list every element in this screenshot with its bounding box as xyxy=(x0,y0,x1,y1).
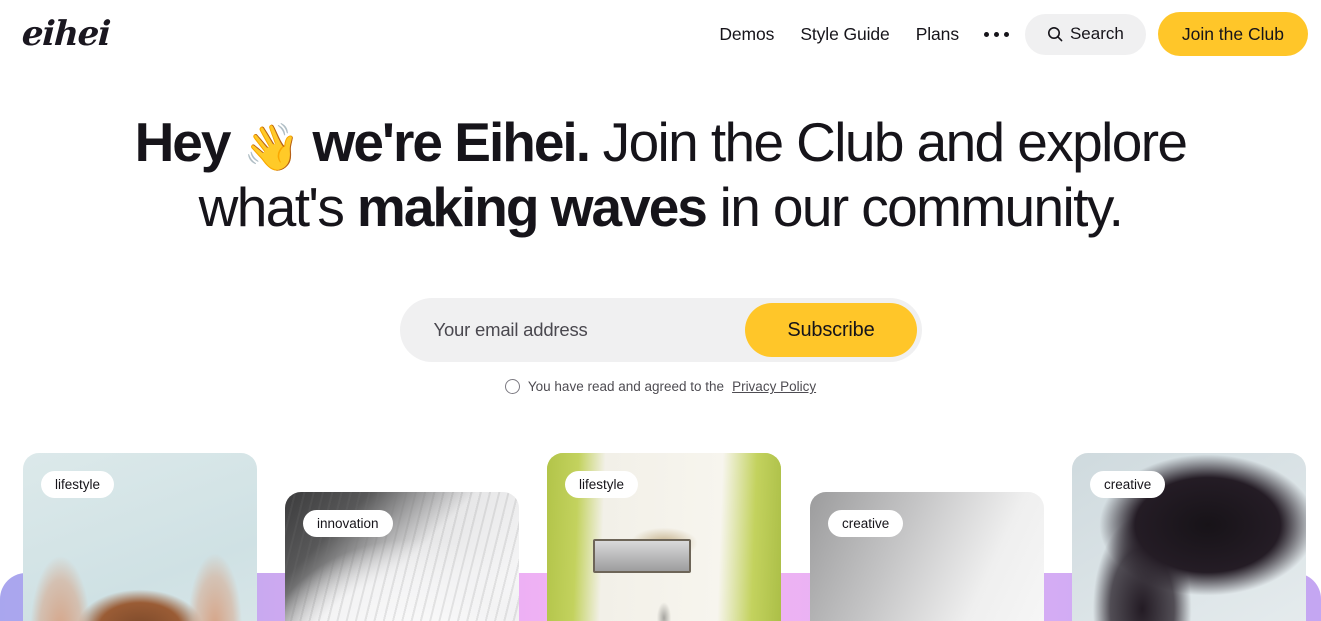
nav-link-demos[interactable]: Demos xyxy=(706,24,787,45)
search-button-label: Search xyxy=(1069,24,1124,43)
search-icon xyxy=(1047,27,1063,42)
nav-right-group: Demos Style Guide Plans Search Join the … xyxy=(706,12,1308,56)
hero-section: Hey 👋 we're Eihei. Join the Club and exp… xyxy=(0,110,1321,240)
email-input[interactable] xyxy=(399,298,746,362)
subscribe-form: Subscribe xyxy=(399,298,922,362)
card-item-5[interactable]: creative xyxy=(1072,453,1306,621)
subscribe-button[interactable]: Subscribe xyxy=(745,303,917,357)
join-the-club-button[interactable]: Join the Club xyxy=(1157,12,1308,56)
subscribe-form-wrapper: Subscribe xyxy=(0,298,1321,362)
card-tag-5[interactable]: creative xyxy=(1090,471,1166,498)
card-item-1[interactable]: lifestyle xyxy=(23,453,257,621)
card-tag-2[interactable]: innovation xyxy=(303,510,393,537)
privacy-policy-link[interactable]: Privacy Policy xyxy=(732,379,816,394)
hero-bold-making-waves: making waves xyxy=(356,176,708,238)
consent-text: You have read and agreed to the xyxy=(527,379,725,394)
hero-bold-hey: Hey xyxy=(134,111,232,173)
top-navigation-bar: eihei Demos Style Guide Plans Search Joi… xyxy=(0,0,1321,68)
nav-link-plans[interactable]: Plans xyxy=(903,24,972,45)
search-button[interactable]: Search xyxy=(1024,13,1146,55)
card-tag-4[interactable]: creative xyxy=(828,510,904,537)
hero-line2-pre: what's xyxy=(198,176,345,238)
consent-row: You have read and agreed to the Privacy … xyxy=(0,379,1321,394)
site-logo[interactable]: eihei xyxy=(21,14,111,54)
card-tag-3[interactable]: lifestyle xyxy=(565,471,639,498)
landing-page: eihei Demos Style Guide Plans Search Joi… xyxy=(0,0,1321,621)
hero-line2-post: in our community. xyxy=(719,176,1124,238)
hero-line1-rest: Join the Club and explore xyxy=(602,111,1188,173)
more-menu-icon[interactable] xyxy=(972,31,1025,37)
card-tag-1[interactable]: lifestyle xyxy=(41,471,115,498)
waving-hand-icon: 👋 xyxy=(243,121,300,173)
nav-link-style-guide[interactable]: Style Guide xyxy=(787,24,902,45)
consent-radio-icon[interactable] xyxy=(504,379,520,394)
card-item-3[interactable]: lifestyle xyxy=(547,453,781,621)
card-item-2[interactable]: innovation xyxy=(285,492,519,621)
card-item-4[interactable]: creative xyxy=(810,492,1044,621)
hero-bold-were-eihei: we're Eihei. xyxy=(312,111,591,173)
hero-heading: Hey 👋 we're Eihei. Join the Club and exp… xyxy=(0,110,1321,240)
